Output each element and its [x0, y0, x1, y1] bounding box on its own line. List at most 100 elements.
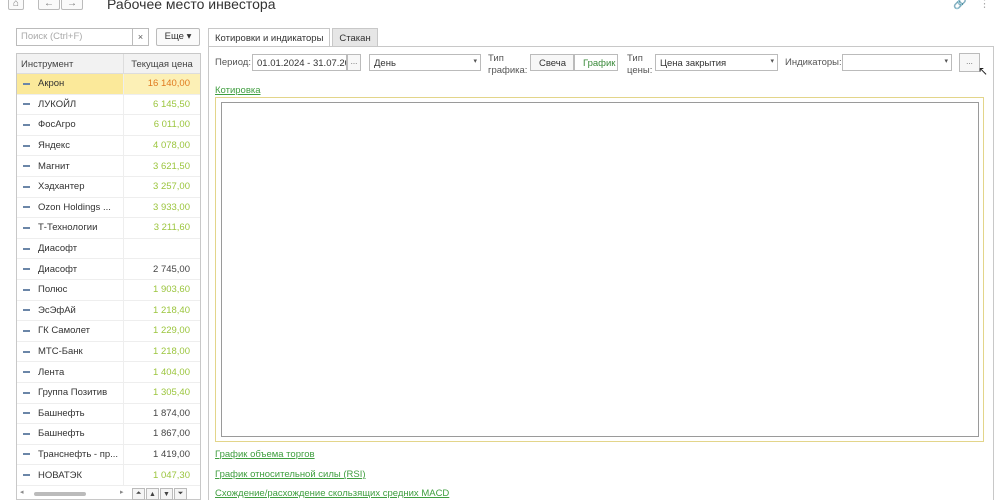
instrument-name: ЭсЭфАй	[38, 304, 76, 316]
instrument-cell: Акрон	[17, 74, 124, 94]
column-header-instrument[interactable]: Инструмент	[17, 54, 124, 73]
price-cell: 1 874,00	[153, 407, 190, 419]
price-cell: 1 229,00	[153, 325, 190, 337]
table-row[interactable]: ФосАгро 6 011,00	[17, 115, 200, 136]
table-row[interactable]: ЛУКОЙЛ 6 145,50	[17, 94, 200, 116]
line-chart-toggle[interactable]: График	[574, 54, 618, 71]
indicators-select[interactable]: ▾	[842, 54, 952, 71]
table-row[interactable]: Хэдхантер 3 257,00	[17, 176, 200, 198]
price-cell: 3 211,60	[153, 222, 190, 234]
price-cell: 1 047,30	[153, 469, 190, 481]
back-arrow-icon[interactable]: ←	[38, 0, 60, 10]
instrument-icon	[23, 268, 30, 271]
table-row[interactable]: Яндекс 4 078,00	[17, 135, 200, 157]
table-row[interactable]: Магнит 3 621,50	[17, 156, 200, 177]
instrument-name: Башнефть	[38, 428, 85, 440]
scrollbar-thumb[interactable]	[34, 492, 86, 496]
instrument-icon	[23, 350, 30, 353]
next-page-icon[interactable]: ▼	[160, 488, 173, 500]
instrument-icon	[23, 82, 30, 85]
tab-order-book[interactable]: Стакан	[332, 28, 378, 47]
indicators-settings-button[interactable]: ...	[959, 53, 980, 72]
home-icon[interactable]: ⌂	[8, 0, 24, 10]
price-cell: 1 305,40	[153, 387, 190, 399]
instrument-icon	[23, 103, 30, 106]
instrument-icon	[23, 412, 30, 415]
table-row[interactable]: МТС-Банк 1 218,00	[17, 341, 200, 363]
instrument-name: Акрон	[38, 78, 65, 90]
scroll-right-icon[interactable]: ▸	[120, 488, 124, 496]
price-cell: 3 933,00	[153, 201, 190, 213]
instrument-icon	[23, 206, 30, 209]
instrument-cell: ФосАгро	[17, 115, 124, 135]
interval-select[interactable]: День ▾	[369, 54, 481, 71]
price-cell	[124, 239, 200, 259]
quote-link[interactable]: Котировка	[215, 85, 261, 96]
table-row[interactable]: Транснефть - пр... 1 419,00	[17, 444, 200, 466]
tab-quotes-indicators[interactable]: Котировки и индикаторы	[208, 28, 331, 47]
price-cell: 3 257,00	[153, 181, 190, 193]
price-cell: 1 867,00	[153, 428, 190, 440]
instrument-icon	[23, 474, 30, 477]
instrument-name: Транснефть - пр...	[38, 448, 119, 460]
instrument-icon	[23, 123, 30, 126]
table-header: Инструмент Текущая цена	[17, 54, 200, 74]
table-row[interactable]: Лента 1 404,00	[17, 362, 200, 383]
instrument-icon	[23, 371, 30, 374]
more-button[interactable]: Еще ▾	[156, 28, 200, 46]
period-field[interactable]: 01.01.2024 - 31.07.2024	[252, 54, 347, 71]
period-label: Период:	[215, 57, 251, 68]
instruments-table: Инструмент Текущая цена Акрон 16 140,00 ЛУ…	[16, 53, 201, 500]
price-cell: 6 145,50	[153, 98, 190, 110]
macd-chart-link[interactable]: Схождение/расхождение скользящих средних…	[215, 488, 449, 499]
first-page-icon[interactable]: ⏶	[132, 488, 145, 500]
link-icon[interactable]: 🔗	[953, 0, 967, 10]
chevron-down-icon: ▾	[770, 58, 774, 65]
table-row[interactable]: Ozon Holdings ... 3 933,00	[17, 197, 200, 219]
horizontal-scrollbar[interactable]: ◂ ▸	[16, 488, 126, 498]
instrument-icon	[23, 288, 30, 291]
price-cell: 1 404,00	[153, 366, 190, 378]
table-row[interactable]: Диасофт	[17, 238, 200, 260]
last-page-icon[interactable]: ⏷	[174, 488, 187, 500]
instrument-cell: Лента	[17, 362, 124, 382]
table-row[interactable]: НОВАТЭК 1 047,30	[17, 465, 200, 486]
interval-value: День	[374, 58, 396, 69]
instrument-name: Лента	[38, 366, 65, 378]
period-picker-button[interactable]: ...	[347, 54, 361, 71]
search-input[interactable]: Поиск (Ctrl+F)	[16, 28, 133, 46]
title-bar: ⌂ ← → Рабочее место инвестора 🔗 ⋮	[0, 0, 1000, 16]
price-cell: 6 011,00	[153, 119, 190, 131]
instrument-cell: Хэдхантер	[17, 176, 124, 197]
candle-toggle[interactable]: Свеча	[530, 54, 574, 71]
chart-canvas[interactable]	[221, 102, 979, 437]
instrument-name: ФосАгро	[38, 119, 76, 131]
table-row[interactable]: Акрон 16 140,00	[17, 74, 200, 95]
instrument-name: НОВАТЭК	[38, 469, 83, 481]
price-type-select[interactable]: Цена закрытия ▾	[655, 54, 778, 71]
instrument-cell: Ozon Holdings ...	[17, 197, 124, 218]
table-row[interactable]: Полюс 1 903,60	[17, 279, 200, 301]
instrument-icon	[23, 432, 30, 435]
scroll-left-icon[interactable]: ◂	[20, 488, 24, 496]
table-row[interactable]: Башнефть 1 867,00	[17, 424, 200, 445]
instrument-name: Группа Позитив	[38, 387, 108, 399]
instrument-cell: Яндекс	[17, 135, 124, 156]
table-row[interactable]: Диасофт 2 745,00	[17, 259, 200, 280]
instrument-name: Полюс	[38, 284, 68, 296]
table-row[interactable]: Башнефть 1 874,00	[17, 403, 200, 425]
volume-chart-link[interactable]: График объема торгов	[215, 449, 315, 460]
table-row[interactable]: ЭсЭфАй 1 218,40	[17, 300, 200, 322]
price-cell: 16 140,00	[124, 74, 200, 94]
forward-arrow-icon[interactable]: →	[61, 0, 83, 10]
rsi-chart-link[interactable]: График относительной силы (RSI)	[215, 469, 366, 480]
table-row[interactable]: Группа Позитив 1 305,40	[17, 382, 200, 404]
table-row[interactable]: Т-Технологии 3 211,60	[17, 218, 200, 239]
table-row[interactable]: ГК Самолет 1 229,00	[17, 321, 200, 342]
more-vertical-icon[interactable]: ⋮	[979, 0, 990, 10]
instrument-icon	[23, 226, 30, 229]
column-header-price[interactable]: Текущая цена	[124, 54, 200, 73]
instrument-cell: НОВАТЭК	[17, 465, 124, 485]
prev-page-icon[interactable]: ▲	[146, 488, 159, 500]
clear-search-button[interactable]: ×	[133, 28, 149, 46]
